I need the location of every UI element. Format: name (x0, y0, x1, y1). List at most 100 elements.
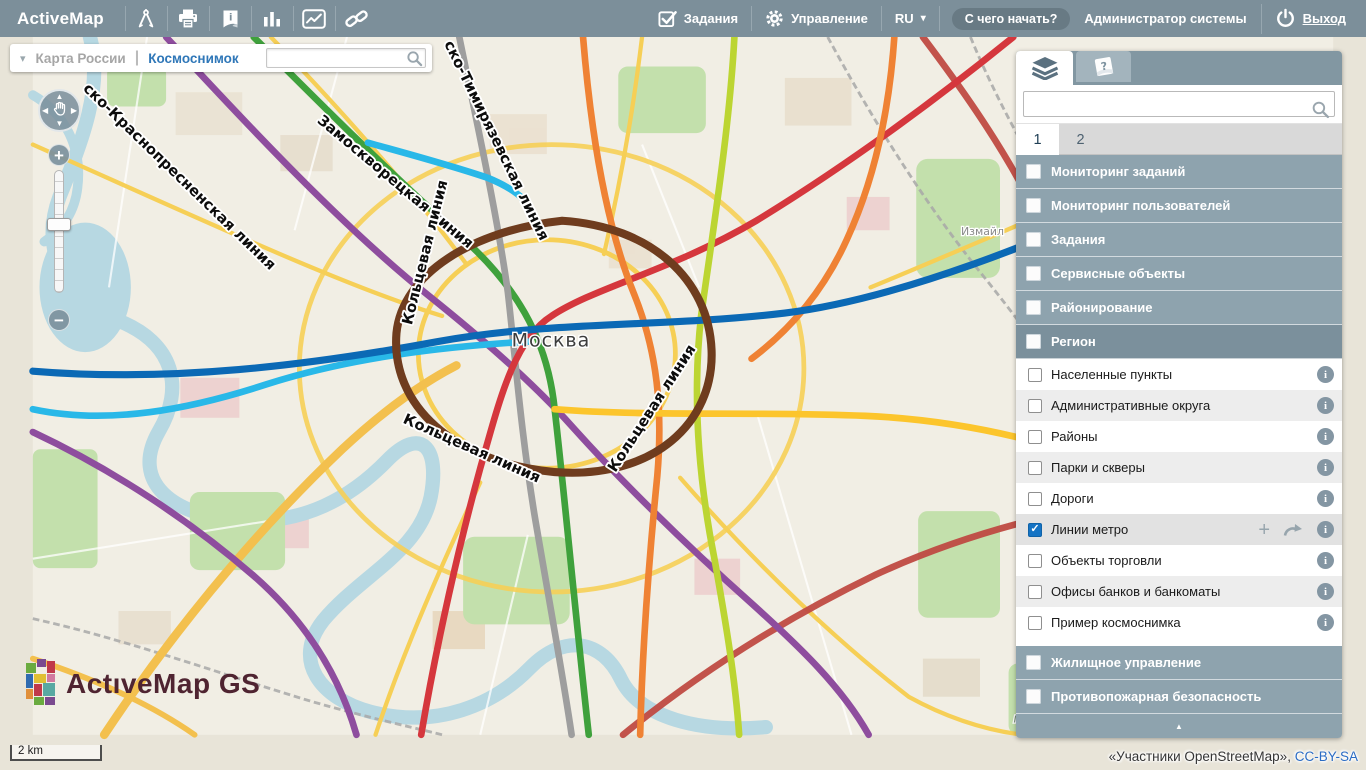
layer-group-region[interactable]: Регион (1016, 325, 1342, 359)
checkbox[interactable] (1028, 399, 1042, 413)
tab-layers[interactable] (1016, 51, 1073, 85)
gear-icon (765, 9, 784, 28)
panel-pages: 1 2 (1016, 124, 1342, 155)
layer-group-monitoring-zadaniy[interactable]: Мониторинг заданий (1016, 155, 1342, 189)
activemap-mosaic-icon (26, 657, 59, 710)
checkbox[interactable] (1026, 164, 1041, 179)
layer-row-obekty-torgovli[interactable]: Объекты торговли i (1016, 545, 1342, 576)
current-user[interactable]: Администратор системы (1074, 11, 1260, 26)
layer-group-label: Сервисные объекты (1051, 266, 1185, 281)
map-search-input[interactable] (266, 48, 426, 68)
checkbox[interactable] (1028, 585, 1042, 599)
pan-control[interactable]: ▲ ▼ ◀ ▶ (38, 89, 81, 132)
reference-book-icon: i (220, 9, 241, 29)
info-icon[interactable]: i (1317, 428, 1334, 445)
info-icon[interactable]: i (1317, 366, 1334, 383)
layer-label: Дороги (1051, 491, 1094, 506)
redo-arrow-icon[interactable] (1283, 523, 1303, 537)
bar-chart-icon (262, 10, 282, 28)
line-chart-icon (302, 9, 326, 29)
tasks-menu-button[interactable]: Задания (645, 9, 751, 28)
logout-button[interactable]: Выход (1262, 8, 1366, 29)
zoom-slider[interactable] (54, 170, 64, 293)
add-icon[interactable]: + (1258, 520, 1270, 540)
layer-row-ofisy-bankov[interactable]: Офисы банков и банкоматы i (1016, 576, 1342, 607)
layer-group-rayonirovanie[interactable]: Районирование (1016, 291, 1342, 325)
info-icon[interactable]: i (1317, 490, 1334, 507)
statistics-button[interactable] (252, 0, 293, 37)
info-icon[interactable]: i (1317, 459, 1334, 476)
layer-group-label: Регион (1051, 334, 1096, 349)
page-tab-2[interactable]: 2 (1059, 124, 1102, 155)
layer-label: Объекты торговли (1051, 553, 1162, 568)
checkbox[interactable] (1026, 198, 1041, 213)
layer-label: Парки и скверы (1051, 460, 1145, 475)
logout-label: Выход (1303, 11, 1346, 26)
layer-group-label: Мониторинг заданий (1051, 164, 1185, 179)
panel-collapse-button[interactable]: ▲ (1016, 714, 1342, 738)
layer-group-zhilishchnoe-upravlenie[interactable]: Жилищное управление (1016, 646, 1342, 680)
page-tab-1[interactable]: 1 (1016, 124, 1059, 155)
checkbox[interactable] (1028, 492, 1042, 506)
info-icon[interactable]: i (1317, 614, 1334, 631)
management-menu-button[interactable]: Управление (752, 9, 881, 28)
layer-row-parki-i-skvery[interactable]: Парки и скверы i (1016, 452, 1342, 483)
tab-legend[interactable]: ? (1076, 51, 1131, 82)
share-link-button[interactable] (336, 0, 377, 37)
panel-search-row (1016, 85, 1342, 124)
layer-label: Пример космоснимка (1051, 615, 1181, 630)
info-icon[interactable]: i (1317, 552, 1334, 569)
layer-label: Населенные пункты (1051, 367, 1172, 382)
print-button[interactable] (168, 0, 209, 37)
reports-button[interactable] (294, 0, 335, 37)
management-label: Управление (791, 11, 868, 26)
layer-row-naselennye-punkty[interactable]: Населенные пункты i (1016, 359, 1342, 390)
search-icon[interactable] (406, 50, 423, 72)
layer-row-rayony[interactable]: Районы i (1016, 421, 1342, 452)
info-icon[interactable]: i (1317, 583, 1334, 600)
info-icon[interactable]: i (1317, 397, 1334, 414)
checkbox[interactable] (1028, 616, 1042, 630)
layer-group-protivopozharnaya[interactable]: Противопожарная безопасность (1016, 680, 1342, 714)
zoom-in-button[interactable]: + (48, 144, 70, 166)
pan-left-icon[interactable]: ◀ (42, 107, 48, 115)
language-selector[interactable]: RU ▾ (882, 11, 939, 26)
layer-row-primer-kosmosnimka[interactable]: Пример космоснимка i (1016, 607, 1342, 638)
layer-label: Офисы банков и банкоматы (1051, 584, 1220, 599)
layer-group-zadaniya[interactable]: Задания (1016, 223, 1342, 257)
checkbox[interactable] (1026, 232, 1041, 247)
hand-drag-icon (51, 100, 68, 122)
info-icon[interactable]: i (1317, 521, 1334, 538)
chevron-down-icon: ▾ (921, 13, 926, 24)
checkbox[interactable] (1028, 430, 1042, 444)
chevron-down-icon[interactable]: ▾ (20, 52, 26, 65)
layer-row-administrativnye-okruga[interactable]: Административные округа i (1016, 390, 1342, 421)
checkbox[interactable] (1028, 554, 1042, 568)
measure-tool-button[interactable] (126, 0, 167, 37)
zoom-slider-handle[interactable] (47, 218, 71, 231)
layer-group-label: Мониторинг пользователей (1051, 198, 1230, 213)
checkbox[interactable] (1028, 368, 1042, 382)
map-canvas[interactable]: ско-Краснопресненская линия Замоскворецк… (0, 37, 1366, 770)
reference-button[interactable]: i (210, 0, 251, 37)
layer-group-label: Задания (1051, 232, 1105, 247)
baselayer-map-option[interactable]: Карта России (36, 51, 126, 66)
license-link[interactable]: CC-BY-SA (1295, 749, 1358, 764)
baselayer-satellite-option[interactable]: Космоснимок (148, 51, 238, 66)
layer-row-dorogi[interactable]: Дороги i (1016, 483, 1342, 514)
checkbox[interactable] (1026, 266, 1041, 281)
layer-row-linii-metro[interactable]: ✓ Линии метро + i (1016, 514, 1342, 545)
zoom-out-button[interactable]: − (48, 309, 70, 331)
checkbox[interactable] (1028, 461, 1042, 475)
checkbox[interactable] (1026, 655, 1041, 670)
layer-group-servisnye-obekty[interactable]: Сервисные объекты (1016, 257, 1342, 291)
pan-right-icon[interactable]: ▶ (71, 107, 77, 115)
get-started-button[interactable]: С чего начать? (952, 8, 1071, 30)
search-icon[interactable] (1311, 100, 1330, 124)
layers-search-input[interactable] (1023, 91, 1335, 117)
checkbox-checked[interactable]: ✓ (1028, 523, 1042, 537)
checkbox[interactable] (1026, 689, 1041, 704)
checkbox[interactable] (1026, 300, 1041, 315)
checkbox[interactable] (1026, 334, 1041, 349)
layer-group-monitoring-polzovateley[interactable]: Мониторинг пользователей (1016, 189, 1342, 223)
